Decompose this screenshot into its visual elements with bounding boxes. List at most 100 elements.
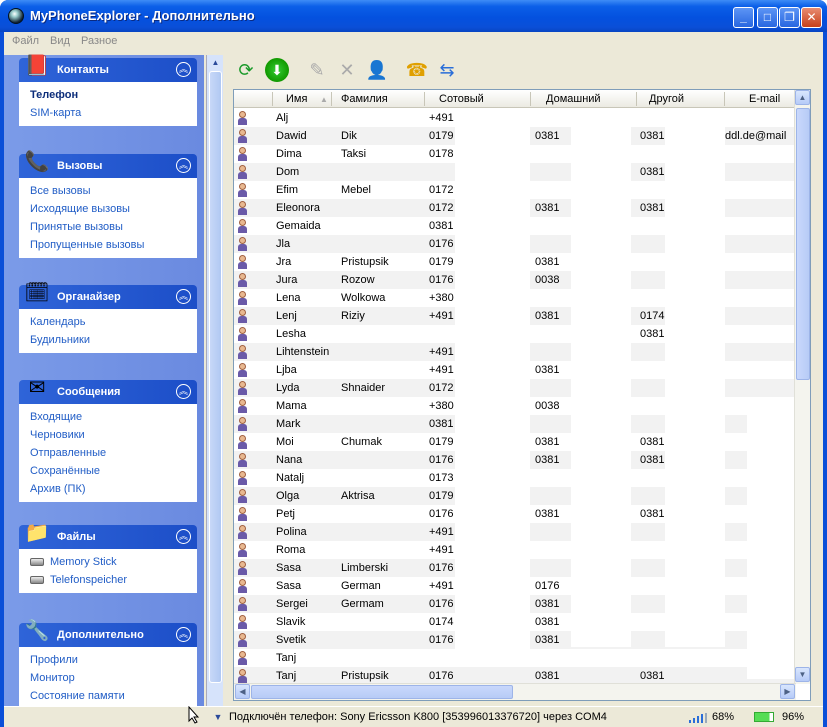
collapse-chevron-icon[interactable]: ︽ bbox=[176, 62, 191, 77]
nav-item[interactable]: Memory Stick bbox=[30, 553, 186, 571]
nav-item-label: SIM-карта bbox=[30, 107, 82, 119]
collapse-chevron-icon[interactable]: ︽ bbox=[176, 529, 191, 544]
cell-other: 0381 bbox=[640, 130, 665, 142]
sync-icon[interactable]: ⇆ bbox=[435, 58, 459, 82]
collapse-chevron-icon[interactable]: ︽ bbox=[176, 158, 191, 173]
restore-button[interactable]: ❐ bbox=[779, 7, 800, 28]
collapse-chevron-icon[interactable]: ︽ bbox=[176, 384, 191, 399]
minimize-button[interactable]: _ bbox=[733, 7, 754, 28]
download-icon[interactable]: ⬇ bbox=[265, 58, 289, 82]
nav-item[interactable]: Состояние памяти bbox=[30, 687, 186, 705]
refresh-icon[interactable]: ⟳ bbox=[234, 58, 258, 82]
nav-item[interactable]: Архив (ПК) bbox=[30, 480, 186, 498]
nav-group-header[interactable]: ✉ Сообщения ︽ bbox=[19, 377, 197, 404]
nav-group-header[interactable]: 🔧 Дополнительно ︽ bbox=[19, 620, 197, 647]
scroll-right-icon[interactable]: ▶ bbox=[780, 684, 795, 699]
nav-item[interactable]: Профили bbox=[30, 651, 186, 669]
cell-home: 0176 bbox=[535, 580, 560, 592]
column-header[interactable]: E-mail bbox=[749, 93, 780, 105]
collapse-chevron-icon[interactable]: ︽ bbox=[176, 289, 191, 304]
scroll-left-icon[interactable]: ◀ bbox=[235, 684, 250, 699]
nav-scroll-thumb[interactable] bbox=[209, 71, 222, 683]
nav-item-label: Принятые вызовы bbox=[30, 221, 123, 233]
title-bar[interactable]: MyPhoneExplorer - Дополнительно _ □ ❐ ✕ bbox=[0, 0, 827, 32]
column-header[interactable]: Домашний bbox=[546, 93, 601, 105]
cell-mobile: 0176 bbox=[429, 634, 454, 646]
column-header[interactable]: Имя bbox=[286, 93, 307, 105]
nav-item[interactable]: Сохранённые bbox=[30, 462, 186, 480]
cell-other: 0381 bbox=[640, 670, 665, 682]
scroll-down-icon[interactable]: ▼ bbox=[795, 667, 810, 682]
nav-item[interactable]: Telefonspeicher bbox=[30, 571, 186, 589]
cell-other: 0381 bbox=[640, 454, 665, 466]
nav-item[interactable]: Исходящие вызовы bbox=[30, 200, 186, 218]
nav-item[interactable]: Принятые вызовы bbox=[30, 218, 186, 236]
cell-home: 0038 bbox=[535, 400, 560, 412]
horizontal-scroll-thumb[interactable] bbox=[251, 685, 513, 699]
column-separator[interactable] bbox=[724, 92, 725, 106]
menu-file[interactable]: Файл bbox=[12, 35, 39, 47]
status-dropdown-icon[interactable]: ▼ bbox=[210, 709, 226, 725]
nav-item[interactable]: Все вызовы bbox=[30, 182, 186, 200]
collapse-chevron-icon[interactable]: ︽ bbox=[176, 627, 191, 642]
nav-group-header[interactable]: 📕 Контакты ︽ bbox=[19, 55, 197, 82]
column-separator[interactable] bbox=[424, 92, 425, 106]
call-icon[interactable]: ☎ bbox=[405, 58, 429, 82]
cell-mobile: 0179 bbox=[429, 436, 454, 448]
cell-mobile: +491 bbox=[429, 310, 454, 322]
menu-view[interactable]: Вид bbox=[50, 35, 70, 47]
vertical-scrollbar[interactable]: ▲ ▼ bbox=[794, 90, 810, 684]
contact-person-icon bbox=[237, 363, 247, 377]
cell-mobile: 0176 bbox=[429, 670, 454, 682]
column-separator[interactable] bbox=[530, 92, 531, 106]
nav-group-title: Файлы bbox=[57, 531, 96, 543]
nav-group-header[interactable]: 📁 Файлы ︽ bbox=[19, 522, 197, 549]
nav-group: 📞 Вызовы ︽ Все вызовы Исходящие вызовы Принят… bbox=[19, 151, 197, 258]
nav-scrollbar[interactable]: ▲ bbox=[206, 55, 223, 706]
nav-group-header[interactable]: 📞 Вызовы ︽ bbox=[19, 151, 197, 178]
connection-status: Подключён телефон: Sony Ericsson K800 [3… bbox=[229, 711, 607, 723]
cell-mobile: 0179 bbox=[429, 490, 454, 502]
cell-mobile: 0179 bbox=[429, 130, 454, 142]
cell-first-name: Jra bbox=[276, 256, 292, 268]
contacts-book-icon: 📕 bbox=[24, 54, 50, 77]
nav-item[interactable]: Отправленные bbox=[30, 444, 186, 462]
maximize-button[interactable]: □ bbox=[757, 7, 778, 28]
nav-item[interactable]: Пропущенные вызовы bbox=[30, 236, 186, 254]
column-separator[interactable] bbox=[331, 92, 332, 106]
nav-scroll-up-icon[interactable]: ▲ bbox=[209, 56, 222, 70]
column-separator[interactable] bbox=[636, 92, 637, 106]
nav-item[interactable]: Календарь bbox=[30, 313, 186, 331]
mouse-cursor-icon bbox=[188, 706, 200, 724]
vertical-scroll-thumb[interactable] bbox=[796, 108, 810, 380]
column-separator[interactable] bbox=[272, 92, 273, 106]
scroll-up-icon[interactable]: ▲ bbox=[795, 90, 810, 105]
cell-first-name: Natalj bbox=[276, 472, 305, 484]
cell-other: 0381 bbox=[640, 328, 665, 340]
column-header[interactable]: Другой bbox=[649, 93, 684, 105]
horizontal-scrollbar[interactable]: ◀ ▶ bbox=[234, 683, 796, 700]
cell-first-name: Lena bbox=[276, 292, 301, 304]
menu-misc[interactable]: Разное bbox=[81, 35, 117, 47]
delete-icon[interactable]: ✕ bbox=[335, 58, 359, 82]
nav-item[interactable]: Монитор bbox=[30, 669, 186, 687]
contact-row[interactable]: Alj +491 bbox=[234, 109, 796, 127]
nav-item[interactable]: Черновики bbox=[30, 426, 186, 444]
column-header[interactable]: Фамилия bbox=[341, 93, 388, 105]
cell-other: 0381 bbox=[640, 436, 665, 448]
storage-device-icon bbox=[30, 576, 44, 585]
nav-item[interactable]: Телефон bbox=[30, 86, 186, 104]
nav-item[interactable]: Будильники bbox=[30, 331, 186, 349]
cell-home: 0381 bbox=[535, 598, 560, 610]
edit-icon[interactable]: ✎ bbox=[305, 58, 329, 82]
nav-item[interactable]: Входящие bbox=[30, 408, 186, 426]
close-button[interactable]: ✕ bbox=[801, 7, 822, 28]
cell-home: 0381 bbox=[535, 256, 560, 268]
cell-mobile: +491 bbox=[429, 364, 454, 376]
column-header[interactable]: Сотовый bbox=[439, 93, 484, 105]
redaction-block bbox=[665, 127, 725, 647]
nav-item[interactable]: SIM-карта bbox=[30, 104, 186, 122]
cell-mobile: 0381 bbox=[429, 418, 454, 430]
nav-group-header[interactable]: 🗓 Органайзер ︽ bbox=[19, 282, 197, 309]
add-contact-icon[interactable]: 👤 bbox=[365, 58, 389, 82]
